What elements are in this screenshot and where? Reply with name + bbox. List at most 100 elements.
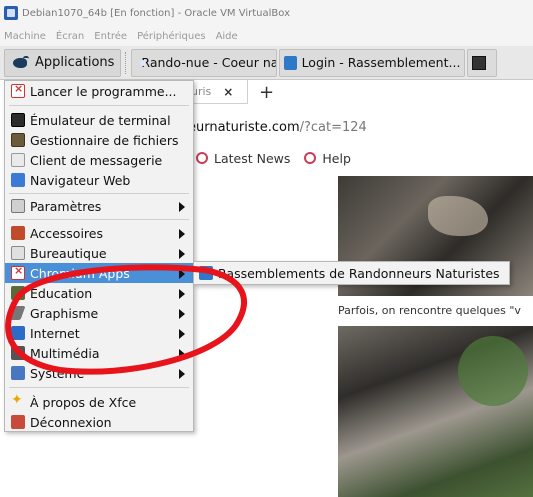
submenu-arrow-icon — [179, 269, 185, 279]
site-icon — [199, 266, 213, 280]
menu-item-label: Éducation — [30, 285, 93, 301]
menu-item-label: Déconnexion — [30, 414, 112, 430]
menu-item-label: Multimédia — [30, 345, 100, 361]
virtualbox-icon — [4, 6, 18, 20]
menu-item-file-manager[interactable]: Gestionnaire de fichiers — [5, 130, 193, 150]
browser-tab-title: uris — [191, 85, 212, 98]
settings-icon — [11, 199, 25, 213]
menu-item-label: Système — [30, 365, 85, 381]
debian-swirl-icon — [304, 152, 317, 164]
menu-item-label: Client de messagerie — [30, 152, 163, 168]
taskbar-item-login[interactable]: Login - Rassemblement... — [279, 48, 466, 77]
menu-item-web-browser[interactable]: Navigateur Web — [5, 170, 193, 190]
taskbar-item-label: Rando-nue - Coeur natu... — [141, 55, 276, 70]
browser-tab[interactable]: uris × — [188, 80, 248, 104]
menu-item-label: Internet — [30, 325, 80, 341]
applications-label: Applications — [35, 55, 115, 70]
debian-swirl-icon — [196, 152, 208, 164]
submenu-arrow-icon — [179, 249, 185, 259]
taskbar-item-terminal[interactable] — [467, 48, 498, 77]
close-icon[interactable]: × — [223, 85, 233, 99]
submenu-arrow-icon — [179, 202, 185, 212]
menu-item-system[interactable]: Système — [5, 363, 193, 383]
menu-separator — [9, 193, 189, 194]
menu-item-settings[interactable]: Paramètres — [5, 196, 193, 216]
menu-item-label: Chromium Apps — [30, 265, 130, 281]
menu-item-chromium-apps[interactable]: Chromium Apps — [5, 263, 193, 283]
menu-aide[interactable]: Aide — [216, 31, 238, 42]
logout-icon — [11, 415, 25, 429]
window-title: Debian1070_64b [En fonction] - Oracle VM… — [22, 7, 291, 19]
multimedia-icon — [11, 346, 25, 360]
menu-item-terminal[interactable]: Émulateur de terminal — [5, 110, 193, 130]
panel-separator — [125, 51, 127, 74]
office-icon — [11, 246, 25, 260]
bookmark-latest-news[interactable]: Latest News — [214, 151, 290, 166]
terminal-icon — [11, 113, 25, 127]
menu-item-label: Graphisme — [30, 305, 99, 321]
site-icon — [284, 55, 297, 70]
menu-item-label: Bureautique — [30, 245, 107, 261]
chromium-apps-icon — [11, 264, 25, 280]
menu-item-multimedia[interactable]: Multimédia — [5, 343, 193, 363]
submenu-arrow-icon — [179, 349, 185, 359]
bookmark-bar: Latest News Help — [188, 148, 351, 168]
mail-icon — [11, 153, 25, 167]
page-caption: Parfois, on rencontre quelques "v — [338, 304, 521, 317]
menu-item-graphics[interactable]: Graphisme — [5, 303, 193, 323]
menu-item-mail-client[interactable]: Client de messagerie — [5, 150, 193, 170]
url-path: /?cat=124 — [299, 120, 367, 135]
bookmark-help[interactable]: Help — [322, 151, 351, 166]
menu-item-about-xfce[interactable]: À propos de Xfce — [5, 392, 193, 412]
menu-item-logout[interactable]: Déconnexion — [5, 412, 193, 432]
new-tab-button[interactable]: + — [259, 82, 274, 103]
menu-item-label: Accessoires — [30, 225, 103, 241]
accessories-icon — [11, 226, 25, 240]
brush-icon — [10, 306, 26, 320]
submenu-arrow-icon — [179, 289, 185, 299]
taskbar-item-rando-nue[interactable]: Rando-nue - Coeur natu... — [131, 48, 278, 77]
internet-icon — [11, 326, 25, 340]
menu-separator — [9, 105, 189, 106]
menu-item-label: Gestionnaire de fichiers — [30, 132, 179, 148]
web-browser-icon — [11, 173, 25, 187]
menu-entree[interactable]: Entrée — [94, 31, 127, 42]
menu-item-label: À propos de Xfce — [30, 394, 137, 410]
menu-item-run-program[interactable]: Lancer le programme... — [5, 81, 193, 101]
submenu-arrow-icon — [179, 309, 185, 319]
file-manager-icon — [11, 133, 25, 147]
chromium-apps-submenu: Rassemblements de Randonneurs Naturistes — [193, 261, 510, 285]
url-host: eurnaturiste.com — [188, 120, 300, 135]
menu-machine[interactable]: Machine — [4, 31, 46, 42]
menu-separator — [9, 387, 189, 388]
url-bar[interactable]: eurnaturiste.com/?cat=124 — [188, 120, 367, 135]
applications-menu: Lancer le programme... Émulateur de term… — [4, 80, 194, 432]
system-gear-icon — [11, 366, 25, 380]
submenu-arrow-icon — [179, 229, 185, 239]
applications-menu-button[interactable]: Applications — [4, 48, 122, 77]
menu-item-label: Émulateur de terminal — [30, 112, 171, 128]
terminal-icon — [472, 55, 487, 70]
run-program-icon — [11, 82, 25, 98]
menu-item-label: Navigateur Web — [30, 172, 131, 188]
menu-ecran[interactable]: Écran — [56, 31, 84, 42]
xfce-star-icon — [11, 392, 25, 409]
menu-item-label: Lancer le programme... — [30, 83, 177, 99]
menu-peripheriques[interactable]: Périphériques — [137, 31, 206, 42]
menu-item-internet[interactable]: Internet — [5, 323, 193, 343]
virtualbox-menubar: Machine Écran Entrée Périphériques Aide — [0, 26, 533, 46]
menu-item-accessories[interactable]: Accessoires — [5, 223, 193, 243]
page-photo — [338, 326, 533, 497]
menu-item-office[interactable]: Bureautique — [5, 243, 193, 263]
submenu-item-rassemblements[interactable]: Rassemblements de Randonneurs Naturistes — [218, 266, 500, 281]
window-title-bar: Debian1070_64b [En fonction] - Oracle VM… — [0, 0, 533, 26]
education-icon — [11, 286, 25, 300]
menu-item-education[interactable]: Éducation — [5, 283, 193, 303]
submenu-arrow-icon — [179, 369, 185, 379]
menu-separator — [9, 219, 189, 220]
xfce-panel: Applications Rando-nue - Coeur natu... L… — [0, 46, 533, 80]
xfce-mouse-icon — [11, 55, 31, 70]
submenu-arrow-icon — [179, 329, 185, 339]
taskbar-item-label: Login - Rassemblement... — [301, 55, 461, 70]
menu-item-label: Paramètres — [30, 198, 102, 214]
